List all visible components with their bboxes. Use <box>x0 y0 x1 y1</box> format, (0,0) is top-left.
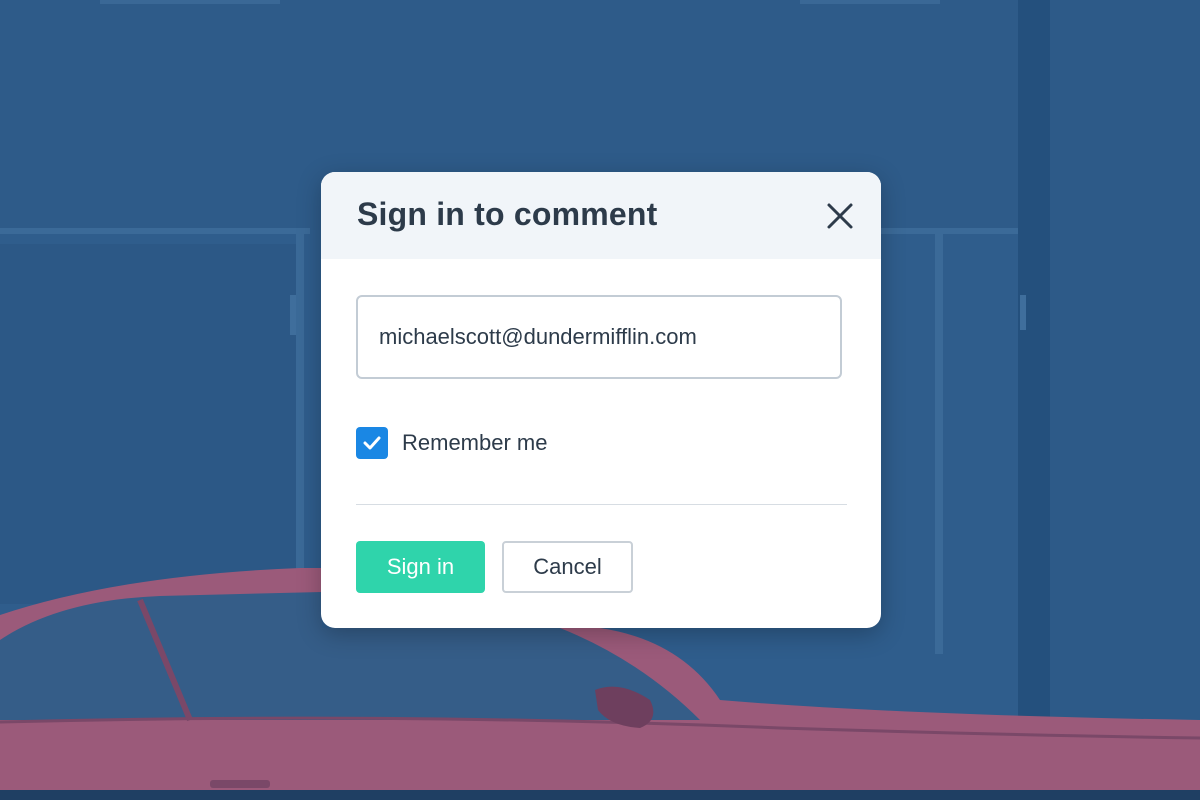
dialog-title: Sign in to comment <box>357 196 658 232</box>
cancel-button[interactable]: Cancel <box>502 541 633 593</box>
email-input[interactable] <box>356 295 842 379</box>
close-button[interactable] <box>820 196 860 236</box>
divider <box>356 504 847 505</box>
remember-me-label: Remember me <box>402 430 548 455</box>
sign-in-dialog: Sign in to comment Remember me Sign in C… <box>321 172 881 628</box>
remember-me-checkbox-row[interactable]: Remember me <box>356 427 547 459</box>
close-icon <box>827 203 853 229</box>
sign-in-button[interactable]: Sign in <box>356 541 485 593</box>
dialog-header: Sign in to comment <box>321 172 881 259</box>
remember-me-checkbox[interactable] <box>356 427 388 459</box>
checkmark-icon <box>363 436 381 450</box>
